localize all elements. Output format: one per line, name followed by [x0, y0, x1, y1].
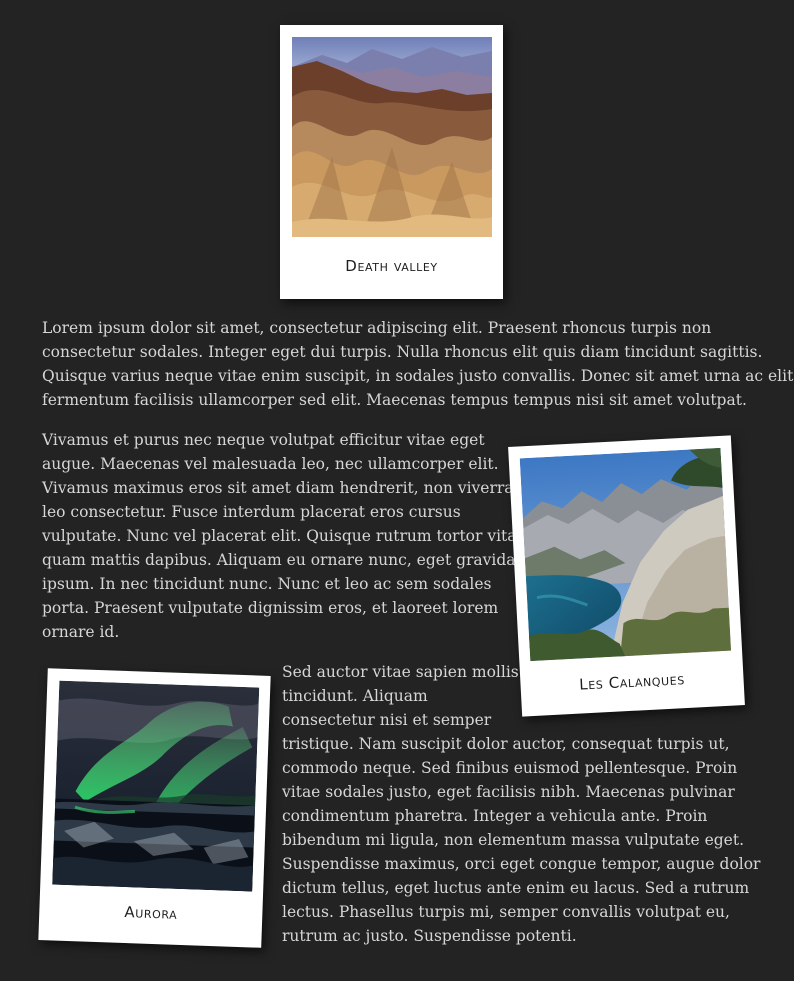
paragraph-2: Vivamus et purus nec neque volutpat effi…: [42, 428, 526, 644]
text-line: porta. Praesent vulputate dignissim eros…: [42, 599, 499, 617]
photo-caption-aurora: Aurora: [124, 903, 178, 923]
text-line: ornare id.: [42, 623, 120, 641]
paragraph-1: Lorem ipsum dolor sit amet, consectetur …: [42, 316, 793, 412]
text-line: quam mattis dapibus. Aliquam eu ornare n…: [42, 551, 516, 569]
les-calanques-photo: [519, 447, 732, 662]
text-line: vulputate. Nunc vel placerat elit. Quisq…: [42, 527, 526, 545]
text-line: Vivamus maximus eros sit amet diam hendr…: [42, 479, 514, 497]
text-line: tincidunt. Aliquam: [282, 687, 428, 705]
text-line: Quisque varius neque vitae enim suscipit…: [42, 367, 794, 385]
text-line: consectetur sodales. Integer eget dui tu…: [42, 343, 763, 361]
aurora-photo: [52, 680, 260, 892]
text-line: ipsum. In nec tincidunt nunc. Nunc et le…: [42, 575, 492, 593]
text-line: consectetur nisi et semper: [282, 711, 492, 729]
text-line: bibendum mi ligula, non elementum massa …: [282, 831, 744, 849]
photo-caption-death-valley: Death valley: [345, 257, 438, 275]
text-line: tristique. Nam suscipit dolor auctor, co…: [282, 735, 730, 753]
text-line: Lorem ipsum dolor sit amet, consectetur …: [42, 319, 712, 337]
text-line: augue. Maecenas vel malesuada leo, nec u…: [42, 455, 499, 473]
text-line: Sed auctor vitae sapien mollis: [282, 663, 519, 681]
text-line: condimentum pharetra. Integer a vehicula…: [282, 807, 708, 825]
text-line: Suspendisse maximus, orci eget congue te…: [282, 855, 761, 873]
photo-card-death-valley: Death valley: [280, 25, 503, 299]
text-line: commodo neque. Sed finibus euismod pelle…: [282, 759, 738, 777]
death-valley-photo: [292, 37, 492, 237]
text-line: vitae sodales justo, eget facilisis nibh…: [282, 783, 735, 801]
text-line: Vivamus et purus nec neque volutpat effi…: [42, 431, 485, 449]
article-page: Death valley Lorem ipsum dolor sit amet,…: [0, 0, 794, 981]
photo-card-aurora: Aurora: [38, 668, 271, 948]
text-line: dictum tellus, eget luctus ante enim eu …: [282, 879, 750, 897]
paragraph-3: Sed auctor vitae sapien mollis tincidunt…: [282, 660, 760, 948]
text-line: lectus. Phasellus turpis mi, semper conv…: [282, 903, 730, 921]
text-line: leo consectetur. Fusce interdum placerat…: [42, 503, 461, 521]
text-line: rutrum ac justo. Suspendisse potenti.: [282, 927, 577, 945]
text-line: fermentum facilisis ullamcorper sed elit…: [42, 391, 747, 409]
